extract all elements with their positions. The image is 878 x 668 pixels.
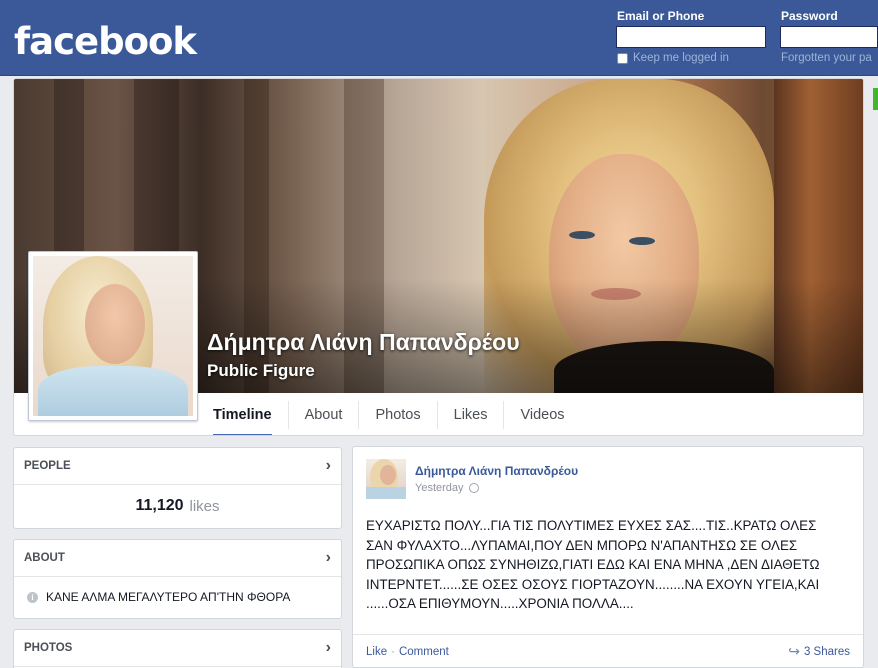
post-avatar[interactable] [366,459,406,499]
tab-timeline[interactable]: Timeline [207,401,288,435]
like-link[interactable]: Like [366,646,387,658]
about-header[interactable]: ABOUT › [14,540,341,577]
globe-icon[interactable] [468,483,479,493]
post-body: ΕΥΧΑΡΙΣΤΩ ΠΟΛΥ...ΓΙΑ ΤΙΣ ΠΟΛΥΤΙΜΕΣ ΕΥΧΕΣ… [366,516,856,614]
forgot-password-link[interactable]: Forgotten your pa [781,52,872,64]
photos-title: PHOTOS [24,642,73,654]
people-header[interactable]: PEOPLE › [14,448,341,485]
password-label: Password [781,9,838,23]
photos-card: PHOTOS › [13,629,342,668]
post-author[interactable]: Δήμητρα Λιάνη Παπανδρέου [415,464,578,478]
top-bar: facebook Email or Phone Password Keep me… [0,0,878,76]
about-text: ΚΑΝΕ ΑΛΜΑ ΜΕΓΑΛΥΤΕΡΟ ΑΠ'ΤΗΝ ΦΘΟΡΑ [46,590,291,604]
password-input[interactable] [780,26,878,48]
post-line: ......ΟΣΑ ΕΠΙΘΥΜΟΥΝ.....ΧΡΟΝΙΑ ΠΟΛΛΑ.... [366,596,634,611]
facebook-logo[interactable]: facebook [14,20,197,63]
shares-count[interactable]: 3 Shares [804,646,850,658]
cover-card: Δήμητρα Λιάνη Παπανδρέου Public Figure T… [13,78,864,436]
email-label: Email or Phone [617,9,705,23]
keep-logged-in-label: Keep me logged in [633,52,729,64]
people-title: PEOPLE [24,460,71,472]
keep-logged-in[interactable]: Keep me logged in [617,52,729,64]
page-tabs: Timeline About Photos Likes Videos [207,393,581,435]
tab-about[interactable]: About [287,401,359,429]
page-name[interactable]: Δήμητρα Λιάνη Παπανδρέου [207,329,520,356]
profile-photo [33,256,193,416]
shares-link[interactable]: ↪ 3 Shares [788,643,850,660]
about-card: ABOUT › i ΚΑΝΕ ΑΛΜΑ ΜΕΓΑΛΥΤΕΡΟ ΑΠ'ΤΗΝ ΦΘ… [13,539,342,619]
tab-likes[interactable]: Likes [436,401,504,429]
profile-shirt [38,366,188,416]
post-line: ΠΡΟΣΩΠΙΚΑ ΟΠΩΣ ΣΥΝΗΘΙΖΩ,ΓΙΑΤΙ ΕΔΩ ΚΑΙ ΕΝ… [366,557,820,572]
photos-header[interactable]: PHOTOS › [14,630,341,667]
post-actions: Like · Comment [366,646,449,658]
avatar-shirt [366,487,406,499]
action-separator: · [391,645,395,658]
tab-photos[interactable]: Photos [358,401,436,429]
post-timestamp: Yesterday [415,482,479,494]
chevron-right-icon[interactable]: › [326,457,331,475]
chevron-right-icon[interactable]: › [326,639,331,657]
likes-summary: 11,120 likes [14,485,341,527]
post-line: ΙΝΤΕΡΝΤΕΤ......ΣΕ ΟΣΕΣ ΟΣΟΥΣ ΓΙΟΡΤΑΖΟΥΝ.… [366,576,820,592]
info-icon: i [27,591,38,603]
cover-eye [569,231,595,239]
avatar-face [380,465,396,485]
tab-videos[interactable]: Videos [503,401,580,429]
post-footer: Like · Comment ↪ 3 Shares [353,634,863,668]
profile-face [85,284,145,364]
timeline-post: Δήμητρα Λιάνη Παπανδρέου Yesterday ΕΥΧΑΡ… [352,446,864,668]
likes-count: 11,120 [135,497,184,514]
cover-eye [629,237,655,245]
page-category: Public Figure [207,361,315,380]
post-line: ΣΑΝ ΦΥΛΑΧΤΟ...ΛΥΠΑΜΑΙ,ΠΟΥ ΔΕΝ ΜΠΟΡΩ Ν'ΑΠ… [366,537,798,553]
likes-label: likes [189,497,220,515]
profile-picture[interactable] [28,251,198,421]
share-icon: ↪ [788,643,800,659]
post-time-text[interactable]: Yesterday [415,482,464,494]
people-card: PEOPLE › 11,120 likes [13,447,342,529]
chevron-right-icon[interactable]: › [326,549,331,567]
keep-logged-in-checkbox[interactable] [617,52,628,64]
side-indicator [873,88,878,110]
about-title: ABOUT [24,552,65,564]
email-input[interactable] [616,26,766,48]
comment-link[interactable]: Comment [399,646,449,658]
about-item: i ΚΑΝΕ ΑΛΜΑ ΜΕΓΑΛΥΤΕΡΟ ΑΠ'ΤΗΝ ΦΘΟΡΑ [14,577,341,617]
post-line: ΕΥΧΑΡΙΣΤΩ ΠΟΛΥ...ΓΙΑ ΤΙΣ ΠΟΛΥΤΙΜΕΣ ΕΥΧΕΣ… [366,518,817,533]
